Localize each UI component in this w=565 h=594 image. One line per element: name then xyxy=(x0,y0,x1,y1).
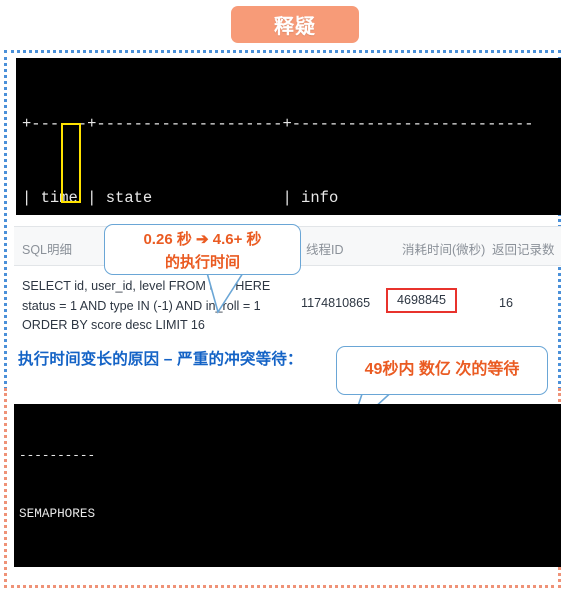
cell-thread-id: 1174810865 xyxy=(301,296,371,310)
frame-border-left-blue xyxy=(4,50,7,390)
processlist-terminal: +------+--------------------+-----------… xyxy=(16,58,561,215)
cell-rows-returned: 16 xyxy=(499,296,514,310)
cell-sql-detail: SELECT id, user_id, level FROM t1 WHERE … xyxy=(22,279,271,332)
callout-exec-time-line2: 的执行时间 xyxy=(164,254,240,271)
terminal-line: SEMAPHORES xyxy=(19,506,96,522)
terminal-line: +------+--------------------+-----------… xyxy=(22,115,534,133)
column-header-rows-returned: 返回记录数 xyxy=(492,243,555,257)
content-frame: +------+--------------------+-----------… xyxy=(4,50,561,588)
column-header-cost-time: 消耗时间(微秒) xyxy=(402,243,486,257)
table-row: SELECT id, user_id, level FROM t1 WHERE … xyxy=(14,266,561,338)
frame-border-bottom xyxy=(4,585,561,588)
terminal-line: ---------- xyxy=(19,448,96,464)
title-banner-label: 释疑 xyxy=(274,16,316,38)
callout-exec-time: 0.26 秒 ➔ 4.6+ 秒 的执行时间 xyxy=(104,224,301,275)
callout-exec-time-line1: 0.26 秒 ➔ 4.6+ 秒 xyxy=(143,231,262,248)
column-header-thread-id: 线程ID xyxy=(306,243,344,257)
reason-heading: 执行时间变长的原因 – 严重的冲突等待： xyxy=(18,351,303,368)
title-banner: 释疑 xyxy=(231,6,359,43)
frame-border-left-orange xyxy=(4,388,7,588)
callout-waits: 49秒内 数亿 次的等待 xyxy=(336,346,548,395)
callout-waits-line1: 49秒内 数亿 次的等待 xyxy=(364,361,520,378)
frame-border-top xyxy=(4,50,561,53)
cell-cost-time: 4698845 xyxy=(397,293,447,307)
terminal-line: ---------- xyxy=(19,562,561,567)
cost-time-highlight-box: 4698845 xyxy=(386,288,458,313)
column-header-sql-detail: SQL明细 xyxy=(22,243,73,257)
semaphores-terminal: ---------- SEMAPHORES ---------- OS WAIT… xyxy=(14,404,561,567)
terminal-line: | time | state | info xyxy=(22,188,339,207)
